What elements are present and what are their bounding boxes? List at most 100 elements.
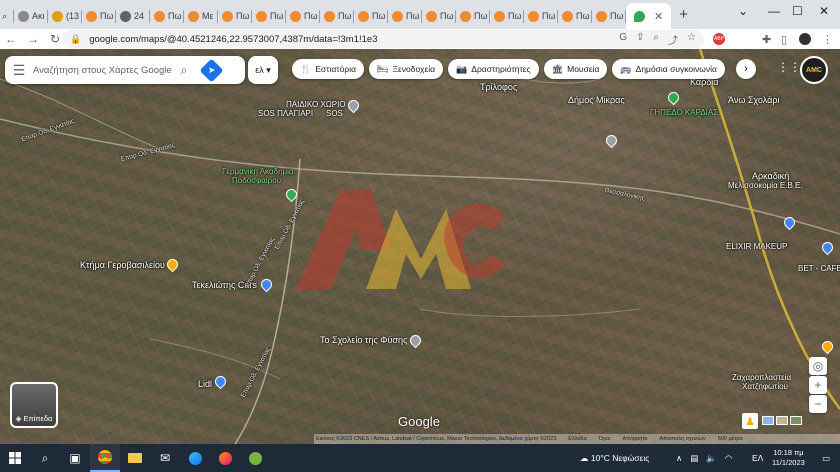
region-link[interactable]: Ελλάδα [568,436,587,442]
account-avatar[interactable]: AMC [800,56,828,84]
browser-tab[interactable]: Πω [252,3,286,29]
chrome-taskbar-icon[interactable] [90,444,120,472]
lock-icon[interactable]: 🔒 [70,34,81,45]
category-chip[interactable]: 📷 Δραστηριότητες [448,59,539,79]
browser-tab[interactable]: Ακι [14,3,48,29]
browser-tab[interactable]: Πω [150,3,184,29]
browser-tab[interactable]: Πω [456,3,490,29]
browser-tab[interactable]: Με [184,3,218,29]
tab-search-button[interactable]: ⌄ [738,0,748,22]
place-label[interactable]: Το Σχολείο της Φύσης [320,335,407,345]
notifications-icon[interactable]: ▭ [822,444,830,472]
back-arrow-icon[interactable]: ← [0,32,22,46]
hamburger-menu-icon[interactable]: ☰ [5,62,33,79]
share-icon[interactable]: ⇪ [636,32,644,47]
town-label[interactable]: Άνω Σχολάρι [728,95,779,105]
privacy-link[interactable]: Απόρρητο [622,436,647,442]
chrome-alt-icon[interactable] [240,444,270,472]
town-label[interactable]: Τρίλοφος [480,82,517,92]
feedback-link[interactable]: Αποστολή σχολίων [659,436,705,442]
thumbnail[interactable] [762,416,774,425]
side-panel-icon[interactable]: ▯ [781,29,787,49]
thumbnail[interactable] [776,416,788,425]
maximize-button[interactable]: ☐ [792,0,803,22]
town-label[interactable]: Δήμος Μίκρας [568,95,625,105]
search-icon[interactable]: ⌕ [173,63,195,78]
mail-icon[interactable]: ✉ [150,444,180,472]
layers-button[interactable]: ◈ Επίπεδα [10,382,58,428]
maps-search-input[interactable] [33,64,173,76]
scale-bar[interactable]: 500 μέτρα [718,436,743,442]
browser-tab[interactable]: Πω [422,3,456,29]
clock[interactable]: 10:18 πμ 11/1/2023 [772,444,805,472]
place-label[interactable]: BET - CAFE [798,264,840,273]
place-label[interactable]: SOS ΠΛΑΓΙΑΡΙ [258,109,313,118]
place-label[interactable]: Αρκαδική [752,171,789,181]
browser-tab[interactable]: Πω [490,3,524,29]
terms-link[interactable]: Όροι [599,436,611,442]
place-label[interactable]: ELIXIR MAKEUP [726,242,787,251]
directions-icon[interactable]: ➤ [199,57,224,83]
wifi-icon[interactable]: ◠ [725,453,732,464]
place-label[interactable]: Μελισσοκομία Ε.Β.Ε. [728,181,803,190]
google-lens-icon[interactable]: G [619,32,627,47]
my-location-icon[interactable]: ◎ [809,357,827,375]
extensions-puzzle-icon[interactable]: ✚ [762,29,771,49]
file-explorer-icon[interactable] [120,444,150,472]
place-label[interactable]: Χατζηφωτίου [742,382,788,391]
place-label[interactable]: Γερμανική Ακαδημία [222,167,294,176]
browser-tab[interactable]: (13 [48,3,82,29]
edge-icon[interactable] [180,444,210,472]
place-label[interactable]: SOS [326,109,343,118]
satellite-map[interactable]: ΠΑΙΔΙΚΟ ΧΩΡΙΟ SOS ΠΛΑΓΙΑΡΙ SOS Τρίλοφος … [0,49,840,444]
browser-tab[interactable]: Πω [320,3,354,29]
pegman-icon[interactable]: ♟ [742,413,758,429]
browser-tab[interactable]: Πω [592,3,626,29]
bookmark-star-icon[interactable]: ☆ [687,32,696,47]
profile-avatar-icon[interactable] [799,29,811,49]
thumbnail[interactable] [790,416,802,425]
taskbar-search-icon[interactable]: ⌕ [30,444,60,472]
browser-tab[interactable]: Πω [354,3,388,29]
browser-tab[interactable]: Πω [524,3,558,29]
browser-tab[interactable]: Πω [558,3,592,29]
category-chip[interactable]: 🛏 Ξενοδοχεία [369,59,444,79]
browser-tab[interactable]: 24 [116,3,150,29]
place-label[interactable]: Lidl [198,379,212,389]
address-bar[interactable]: 🔒 google.com/maps/@40.4521246,22.9573007… [62,30,704,48]
close-tab-icon[interactable]: ✕ [654,10,663,23]
firefox-icon[interactable] [210,444,240,472]
imagery-thumbnails[interactable] [762,416,802,425]
input-language[interactable]: ΕΛ [752,444,763,472]
browser-tab[interactable]: Πω [218,3,252,29]
minimize-button[interactable]: — [768,0,780,22]
zoom-out-button[interactable]: − [809,395,827,413]
browser-tab[interactable]: Πω [388,3,422,29]
place-label[interactable]: ΓΗΠΕΔΟ ΚΑΡΔΙΑΣ [650,108,718,117]
weather-widget[interactable]: ☁ 10°C Νεφώσεις [580,444,649,472]
category-chip[interactable]: 🍴 Εστιατόρια [292,59,365,79]
adblock-icon[interactable]: ABP [713,29,725,49]
windows-start-icon[interactable] [0,444,30,472]
volume-icon[interactable]: 🔈 [706,453,717,464]
place-label[interactable]: Κτήμα Γεροβασιλείου [80,260,165,270]
zoom-in-button[interactable]: + [809,376,827,394]
task-view-icon[interactable]: ▣ [60,444,90,472]
category-chip[interactable]: 🚌 Δημόσια συγκοινωνία [612,59,725,79]
place-label[interactable]: Ποδοσφαίρου [232,176,281,185]
place-label[interactable]: ΠΑΙΔΙΚΟ ΧΩΡΙΟ [286,100,346,109]
category-chip[interactable]: 🏛 Μουσεία [543,59,608,79]
share-page-icon[interactable]: ⤴ [668,32,678,47]
chips-next-button[interactable]: › [736,59,756,79]
zoom-icon[interactable]: ⌕ [653,32,659,47]
chrome-menu-icon[interactable]: ⋮ [822,29,833,49]
place-label[interactable]: Ζαχαροπλαστεία [732,373,791,382]
language-selector[interactable]: ελ ▾ [248,56,278,84]
new-tab-button[interactable]: + [679,6,688,23]
network-icon[interactable]: ▤ [690,453,698,464]
browser-tab[interactable]: Πω [286,3,320,29]
active-browser-tab[interactable]: ✕ [626,3,672,29]
tray-chevron-icon[interactable]: ∧ [676,453,682,464]
browser-tab[interactable]: Πω [82,3,116,29]
forward-arrow-icon[interactable]: → [22,32,44,46]
